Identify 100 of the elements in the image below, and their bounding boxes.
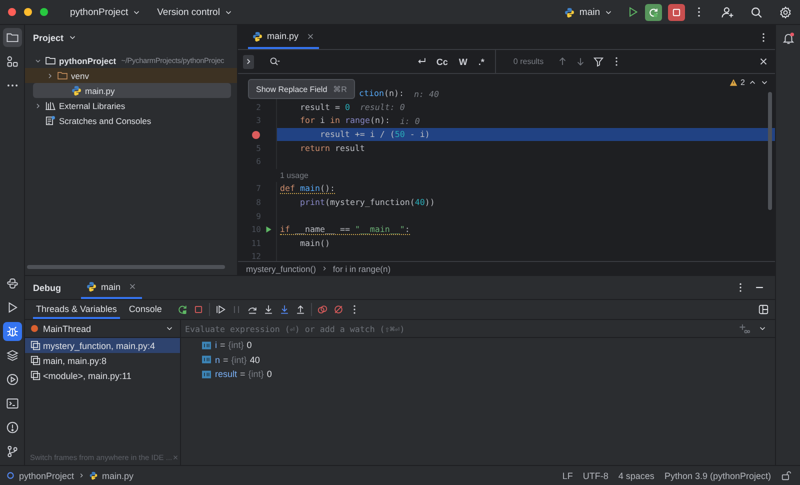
search-icon[interactable] — [269, 56, 280, 67]
settings-icon[interactable] — [779, 6, 792, 18]
close-icon[interactable] — [758, 56, 770, 67]
add-user-icon[interactable] — [721, 6, 734, 18]
variable-name[interactable]: i — [215, 340, 217, 350]
folder-icon[interactable] — [2, 28, 22, 47]
layout-icon[interactable] — [758, 304, 769, 315]
project-menu[interactable]: pythonProject — [70, 6, 142, 18]
chevron-down-icon[interactable] — [34, 56, 42, 64]
code-line: def main(): — [280, 183, 335, 194]
variable-type: {int} — [228, 340, 244, 350]
chevron-right-icon[interactable] — [34, 102, 42, 110]
scratch-file-icon — [45, 115, 56, 126]
add-watch-icon[interactable] — [739, 323, 750, 334]
status-item[interactable]: LF — [562, 470, 573, 480]
breadcrumb-item[interactable]: pythonProject — [19, 470, 74, 480]
stack-frame[interactable]: mystery_function, main.py:4 — [25, 338, 180, 353]
version-control-menu[interactable]: Version control — [157, 6, 233, 18]
tree-item[interactable]: main.py — [33, 83, 231, 98]
breadcrumb-item[interactable]: for i in range(n) — [332, 264, 391, 274]
run-configuration-menu[interactable]: main — [564, 6, 613, 18]
close-window-button[interactable] — [8, 8, 16, 16]
stop-button[interactable] — [668, 4, 685, 20]
variable-type: {int} — [248, 369, 264, 380]
circle-icon — [6, 471, 15, 480]
breadcrumb-item[interactable]: mystery_function() — [246, 264, 316, 274]
mute-breakpoints-icon[interactable] — [332, 304, 344, 315]
stack-frame[interactable]: main, main.py:8 — [25, 353, 180, 368]
equals-sign: = — [223, 354, 228, 365]
warning-count[interactable]: 2 — [740, 78, 745, 87]
zoom-window-button[interactable] — [40, 8, 48, 16]
rerun-icon[interactable] — [176, 304, 188, 315]
arrow-up-icon[interactable] — [556, 56, 568, 67]
tree-item[interactable]: External Libraries — [25, 98, 231, 113]
stack-frame[interactable]: <module>, main.py:11 — [25, 368, 180, 383]
breadcrumb-item[interactable]: main.py — [102, 470, 134, 480]
tree-item[interactable]: venv — [25, 68, 237, 83]
minimize-window-button[interactable] — [24, 8, 32, 16]
tab-label: main — [101, 282, 121, 292]
tab-label: main.py — [267, 31, 299, 41]
run-icon[interactable] — [627, 6, 639, 18]
status-item[interactable]: UTF-8 — [582, 470, 608, 480]
expand-button[interactable] — [243, 54, 254, 68]
warning-icon[interactable] — [728, 78, 738, 87]
search-option-toggle[interactable]: W — [456, 56, 470, 68]
variable-icon — [201, 354, 212, 366]
tree-item-label: pythonProject — [59, 56, 116, 66]
arrow-down-icon[interactable] — [574, 56, 586, 67]
status-item[interactable]: Python 3.9 (pythonProject) — [664, 470, 771, 480]
search-icon[interactable] — [750, 6, 763, 18]
status-item[interactable]: 4 spaces — [618, 470, 654, 480]
python-file-icon — [71, 85, 82, 96]
rerun-debug-button[interactable] — [645, 4, 662, 20]
panel-title[interactable]: Project — [33, 32, 64, 42]
unlock-icon[interactable] — [781, 470, 792, 481]
evaluate-expression-field[interactable]: Evaluate expression (⏎) or add a watch (⇧⌘⏎) — [185, 322, 731, 335]
step-into-my-code-icon[interactable] — [278, 304, 290, 315]
library-icon — [45, 100, 56, 111]
variable-name[interactable]: result — [215, 369, 238, 380]
bug-icon[interactable] — [2, 322, 22, 341]
tree-item[interactable]: Scratches and Consoles — [25, 113, 231, 128]
search-option-toggle[interactable]: Cc — [434, 56, 450, 68]
step-into-icon[interactable] — [262, 304, 274, 315]
variable-name[interactable]: n — [215, 354, 220, 365]
equals-sign: = — [220, 340, 226, 350]
frame-icon — [30, 355, 41, 366]
breakpoints-icon[interactable] — [316, 304, 328, 315]
breakpoint-icon[interactable] — [252, 130, 260, 139]
code-line: print(mystery_function(40)) — [298, 197, 435, 208]
chevron-right-icon — [320, 265, 328, 272]
variable-icon — [201, 340, 212, 351]
debug-session-tab[interactable]: main — [81, 276, 142, 299]
code-line: result = 0 — [298, 102, 350, 113]
chevron-right-icon[interactable] — [46, 72, 54, 80]
code-line: ction(n): — [359, 88, 404, 100]
tree-item-label: External Libraries — [59, 100, 126, 110]
run-icon[interactable] — [264, 225, 272, 234]
editor-tab[interactable]: main.py — [248, 25, 319, 49]
scrollbar[interactable] — [27, 265, 225, 269]
python-icon — [564, 6, 576, 18]
tree-item-label: main.py — [85, 86, 115, 96]
search-option-toggle[interactable]: .* — [476, 56, 486, 68]
equals-sign: = — [240, 369, 246, 380]
debugger-tab[interactable]: Threads & Variables — [33, 300, 120, 319]
results-count: 0 results — [513, 57, 544, 66]
filter-icon[interactable] — [592, 56, 604, 67]
code-line: if __name__ == "__main__": — [280, 224, 410, 236]
variable-type: {int} — [231, 354, 247, 365]
close-icon[interactable] — [306, 32, 315, 40]
usage-hint[interactable]: 1 usage — [280, 170, 308, 180]
shortcut-label: ⌘R — [333, 84, 347, 94]
code-line: main() — [298, 238, 330, 249]
panel-title: Debug — [33, 282, 61, 292]
resume-icon[interactable] — [214, 304, 226, 315]
frame-icon — [30, 340, 41, 351]
debugger-tab[interactable]: Console — [126, 300, 165, 319]
scrollbar[interactable] — [768, 92, 772, 210]
step-out-icon[interactable] — [294, 304, 306, 315]
stop-icon[interactable] — [192, 304, 204, 315]
folder-icon — [57, 70, 68, 81]
